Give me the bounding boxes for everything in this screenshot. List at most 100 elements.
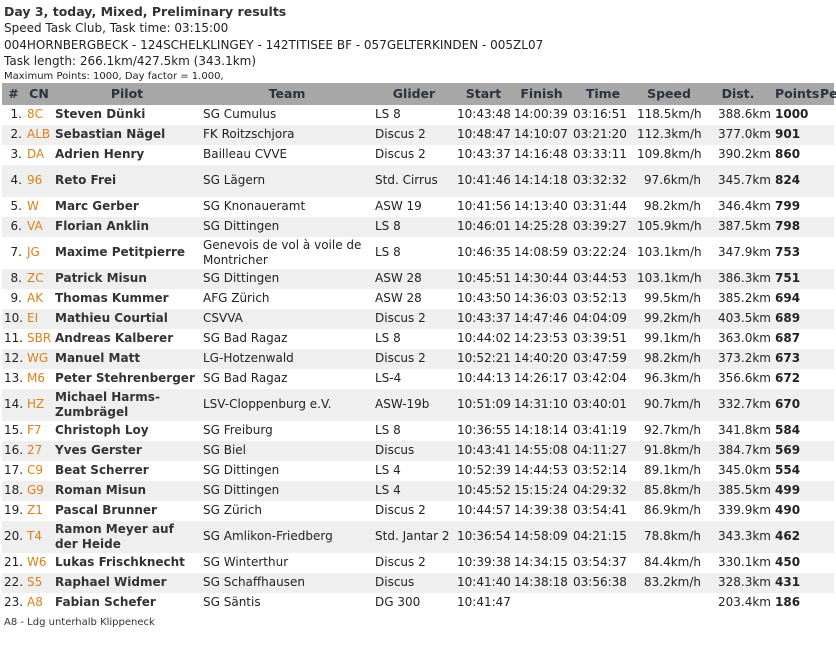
rank: 14. (2, 388, 25, 421)
table-row: 9. AK Thomas Kummer AFG Zürich ASW 28 10:43:5… (2, 288, 834, 309)
task-time: 03:56:38 (571, 572, 635, 593)
finish-time: 15:15:24 (512, 480, 571, 501)
start-time: 10:41:47 (455, 592, 512, 613)
rank: 10. (2, 308, 25, 329)
distance: 330.1km (703, 552, 773, 573)
rank: 19. (2, 500, 25, 521)
points: 687 (773, 328, 818, 349)
penalty (818, 308, 834, 329)
table-row: 5. W Marc Gerber SG Knonaueramt ASW 19 10:41:… (2, 196, 834, 217)
table-row: 19. Z1 Pascal Brunner SG Zürich Discus 2 10:4… (2, 500, 834, 521)
finish-time: 14:18:14 (512, 420, 571, 441)
rank: 6. (2, 216, 25, 237)
finish-time (512, 592, 571, 613)
start-time: 10:41:56 (455, 196, 512, 217)
team-name: Bailleau CVVE (201, 144, 373, 165)
task-time: 03:32:32 (571, 164, 635, 197)
pilot-name: Patrick Misun (53, 268, 201, 289)
task-time: 03:52:14 (571, 460, 635, 481)
team-name: SG Bad Ragaz (201, 328, 373, 349)
pilot-cn: A8 (25, 592, 53, 613)
speed: 105.9km/h (635, 216, 703, 237)
rank: 20. (2, 520, 25, 553)
penalty (818, 460, 834, 481)
rank: 12. (2, 348, 25, 369)
speed: 99.5km/h (635, 288, 703, 309)
distance: 339.9km (703, 500, 773, 521)
pilot-cn: EI (25, 308, 53, 329)
speed: 92.7km/h (635, 420, 703, 441)
speed: 118.5km/h (635, 104, 703, 125)
penalty (818, 420, 834, 441)
pilot-cn: 27 (25, 440, 53, 461)
speed: 91.8km/h (635, 440, 703, 461)
finish-time: 14:40:20 (512, 348, 571, 369)
points: 753 (773, 236, 818, 269)
distance: 341.8km (703, 420, 773, 441)
task-length: Task length: 266.1km/427.5km (343.1km) (4, 54, 257, 68)
task-time: 03:47:59 (571, 348, 635, 369)
table-row: 22. S5 Raphael Widmer SG Schaffhausen Discus… (2, 572, 834, 593)
points: 689 (773, 308, 818, 329)
penalty (818, 592, 834, 613)
pilot-cn: S5 (25, 572, 53, 593)
task-time: 03:39:51 (571, 328, 635, 349)
speed: 90.7km/h (635, 388, 703, 421)
pilot-name: Florian Anklin (53, 216, 201, 237)
rank: 23. (2, 592, 25, 613)
speed: 96.3km/h (635, 368, 703, 389)
finish-time: 14:44:53 (512, 460, 571, 481)
start-time: 10:52:39 (455, 460, 512, 481)
pilot-name: Beat Scherrer (53, 460, 201, 481)
glider-type: DG 300 (373, 592, 455, 613)
start-time: 10:51:09 (455, 388, 512, 421)
penalty (818, 236, 834, 269)
start-time: 10:46:35 (455, 236, 512, 269)
pilot-name: Reto Frei (53, 164, 201, 197)
results-body: 1. 8C Steven Dünki SG Cumulus LS 8 10:43:48 14… (2, 104, 834, 613)
start-time: 10:43:50 (455, 288, 512, 309)
glider-type: Discus 2 (373, 124, 455, 145)
start-time: 10:44:02 (455, 328, 512, 349)
pilot-name: Steven Dünki (53, 104, 201, 125)
table-row: 3. DA Adrien Henry Bailleau CVVE Discus 2 10:… (2, 144, 834, 165)
distance: 386.3km (703, 268, 773, 289)
pilot-name: Mathieu Courtial (53, 308, 201, 329)
table-row: 1. 8C Steven Dünki SG Cumulus LS 8 10:43:48 14… (2, 104, 834, 125)
penalty (818, 124, 834, 145)
team-name: SG Cumulus (201, 104, 373, 125)
col-finish: Finish (512, 82, 571, 105)
rank: 8. (2, 268, 25, 289)
col-team: Team (201, 82, 373, 105)
task-time: 03:22:24 (571, 236, 635, 269)
finish-time: 14:55:08 (512, 440, 571, 461)
pilot-cn: W6 (25, 552, 53, 573)
finish-time: 14:30:44 (512, 268, 571, 289)
pilot-name: Yves Gerster (53, 440, 201, 461)
points: 673 (773, 348, 818, 369)
points: 431 (773, 572, 818, 593)
pilot-cn: HZ (25, 388, 53, 421)
table-row: 18. G9 Roman Misun SG Dittingen LS 4 10:45:52… (2, 480, 834, 501)
distance: 345.0km (703, 460, 773, 481)
team-name: SG Schaffhausen (201, 572, 373, 593)
distance: 384.7km (703, 440, 773, 461)
task-time: 04:29:32 (571, 480, 635, 501)
glider-type: Discus (373, 572, 455, 593)
team-name: FK Roitzschjora (201, 124, 373, 145)
results-table-header: # CN Pilot Team Glider Start Finish Time… (2, 82, 836, 105)
penalty (818, 520, 834, 553)
penalty (818, 216, 834, 237)
glider-type: LS 4 (373, 460, 455, 481)
speed: 98.2km/h (635, 196, 703, 217)
col-cn: CN (25, 82, 53, 105)
task-route: 004HORNBERGBECK - 124SCHELKLINGEY - 142T… (4, 37, 544, 52)
pilot-name: Thomas Kummer (53, 288, 201, 309)
pilot-name: Peter Stehrenberger (53, 368, 201, 389)
distance: 332.7km (703, 388, 773, 421)
pilot-name: Manuel Matt (53, 348, 201, 369)
col-glider: Glider (373, 82, 455, 105)
distance: 387.5km (703, 216, 773, 237)
col-time: Time (571, 82, 635, 105)
col-pilot: Pilot (53, 82, 201, 105)
